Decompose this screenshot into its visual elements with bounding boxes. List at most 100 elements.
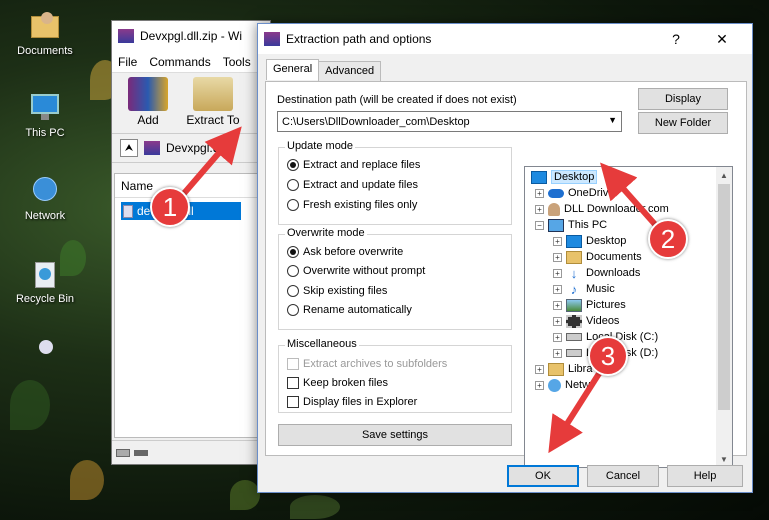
radio-button[interactable] — [287, 246, 299, 258]
expand-icon[interactable]: + — [535, 188, 544, 198]
expand-icon[interactable]: + — [553, 252, 562, 262]
expand-icon[interactable]: + — [535, 364, 544, 374]
network-icon — [27, 175, 63, 207]
save-settings-button[interactable]: Save settings — [278, 424, 512, 446]
cancel-button[interactable]: Cancel — [587, 465, 659, 487]
tree-node-videos[interactable]: + Videos — [553, 313, 619, 329]
tab-general[interactable]: General — [266, 59, 320, 80]
desktop-icon-this-pc[interactable]: This PC — [8, 92, 82, 139]
overwrite-mode-option[interactable]: Overwrite without prompt — [287, 265, 425, 277]
destination-path-combo[interactable]: C:\Users\DllDownloader_com\Desktop ▼ — [277, 111, 622, 132]
up-folder-icon[interactable]: ⮝ — [120, 139, 138, 157]
tab-advanced[interactable]: Advanced — [318, 61, 382, 82]
update-mode-option[interactable]: Extract and update files — [287, 179, 418, 191]
scroll-thumb[interactable] — [718, 184, 730, 410]
radio-button[interactable] — [287, 304, 299, 316]
winrar-window[interactable]: Devxpgl.dll.zip - Wi File Commands Tools… — [111, 20, 271, 465]
expand-icon[interactable]: + — [553, 284, 562, 294]
update-mode-title: Update mode — [285, 140, 356, 152]
tree-node-label: Videos — [586, 315, 620, 327]
close-icon[interactable]: ✕ — [702, 24, 742, 54]
expand-icon[interactable]: + — [553, 316, 562, 326]
expand-icon[interactable]: + — [553, 268, 562, 278]
expand-icon[interactable]: + — [553, 236, 562, 246]
radio-button[interactable] — [287, 265, 299, 277]
extraction-dialog[interactable]: Extraction path and options ? ✕ General … — [257, 23, 753, 493]
tree-node-network[interactable]: + Netw — [535, 377, 590, 393]
expand-icon[interactable]: + — [535, 204, 544, 214]
desktop-icon-recycle-bin[interactable]: Recycle Bin — [8, 258, 82, 305]
overwrite-mode-option[interactable]: Rename automatically — [287, 304, 412, 316]
app-icon — [27, 338, 63, 370]
chevron-down-icon[interactable]: ▼ — [608, 115, 617, 125]
option-label: Extract and update files — [303, 179, 418, 191]
collapse-icon[interactable]: − — [535, 220, 544, 230]
winrar-titlebar[interactable]: Devxpgl.dll.zip - Wi — [112, 21, 270, 51]
radio-button[interactable] — [287, 159, 299, 171]
tree-node-libraries[interactable]: + Libra — [535, 361, 592, 377]
general-panel: Destination path (will be created if doe… — [265, 81, 747, 468]
tree-node-user[interactable]: + DLL Downloader.com — [535, 201, 669, 217]
checkbox[interactable] — [287, 396, 299, 408]
desktop-icon — [531, 170, 547, 184]
music-icon: ♪ — [570, 281, 578, 297]
tree-node-downloads[interactable]: + ↓ Downloads — [553, 265, 640, 281]
tree-node-label: Netw — [565, 379, 591, 391]
disk-icon — [566, 349, 582, 357]
folder-tree[interactable]: Desktop + OneDrive + DLL Downloader.com … — [524, 166, 733, 468]
expand-icon[interactable]: + — [553, 348, 562, 358]
misc-option-broken-files[interactable]: Keep broken files — [287, 377, 388, 389]
ok-button[interactable]: OK — [507, 465, 579, 487]
extract-to-button[interactable]: Extract To — [182, 77, 244, 129]
misc-option-subfolders: Extract archives to subfolders — [287, 358, 447, 370]
winrar-toolbar: Add Extract To — [112, 73, 270, 133]
tree-node-onedrive[interactable]: + OneDrive — [535, 185, 614, 201]
dialog-titlebar[interactable]: Extraction path and options ? ✕ — [258, 24, 752, 54]
checkbox[interactable] — [287, 377, 299, 389]
radio-button[interactable] — [287, 179, 299, 191]
extract-to-icon — [193, 77, 233, 111]
expand-icon[interactable]: + — [553, 300, 562, 310]
expand-icon[interactable]: + — [553, 332, 562, 342]
tree-node-documents[interactable]: + Documents — [553, 249, 642, 265]
libraries-icon — [548, 362, 564, 376]
scroll-up-icon[interactable]: ▲ — [716, 167, 732, 183]
update-mode-group: Update mode Extract and replace files Ex… — [278, 140, 512, 225]
checkbox — [287, 358, 299, 370]
menu-commands[interactable]: Commands — [149, 55, 210, 69]
radio-button[interactable] — [287, 285, 299, 297]
step-badge-1: 1 — [150, 187, 190, 227]
tree-scrollbar[interactable]: ▲ ▼ — [716, 167, 732, 467]
documents-icon — [566, 250, 582, 264]
tree-node-music[interactable]: + ♪ Music — [553, 281, 615, 297]
option-label: Fresh existing files only — [303, 199, 418, 211]
help-icon[interactable]: ? — [656, 24, 696, 54]
option-label: Extract and replace files — [303, 159, 421, 171]
column-header-name[interactable]: Name — [115, 174, 267, 198]
help-button[interactable]: Help — [667, 465, 743, 487]
display-button[interactable]: Display — [638, 88, 728, 110]
tree-node-this-pc[interactable]: − This PC — [535, 217, 607, 233]
overwrite-mode-option[interactable]: Ask before overwrite — [287, 246, 403, 258]
tree-node-pc-desktop[interactable]: + Desktop — [553, 233, 626, 249]
destination-path-value: C:\Users\DllDownloader_com\Desktop — [282, 115, 470, 128]
misc-option-explorer[interactable]: Display files in Explorer — [287, 396, 417, 408]
tree-node-label: Documents — [586, 251, 642, 263]
tree-node-desktop[interactable]: Desktop — [531, 169, 598, 185]
update-mode-option[interactable]: Extract and replace files — [287, 159, 420, 171]
new-folder-button[interactable]: New Folder — [638, 112, 728, 134]
update-mode-option[interactable]: Fresh existing files only — [287, 199, 417, 211]
desktop-icon-network[interactable]: Network — [8, 175, 82, 222]
overwrite-mode-option[interactable]: Skip existing files — [287, 285, 387, 297]
menu-file[interactable]: File — [118, 55, 137, 69]
option-label: Overwrite without prompt — [303, 265, 426, 277]
menu-tools[interactable]: Tools — [223, 55, 251, 69]
desktop-icon — [566, 234, 582, 248]
desktop-icon-unnamed[interactable] — [8, 338, 82, 373]
add-button[interactable]: Add — [120, 77, 176, 129]
radio-button[interactable] — [287, 199, 299, 211]
option-label: Keep broken files — [303, 377, 388, 389]
expand-icon[interactable]: + — [535, 380, 544, 390]
tree-node-pictures[interactable]: + Pictures — [553, 297, 626, 313]
desktop-icon-documents[interactable]: Documents — [8, 10, 82, 57]
